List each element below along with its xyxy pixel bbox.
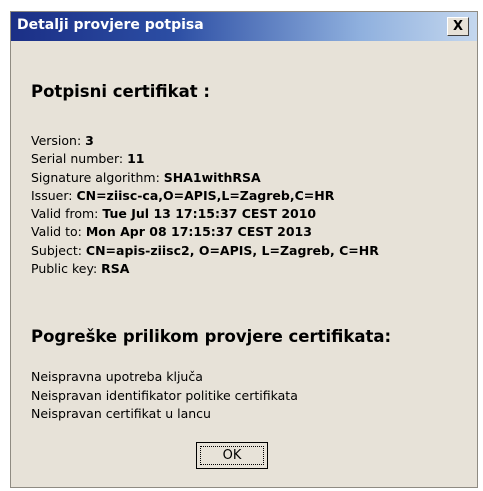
- field-label: Signature algorithm:: [31, 169, 164, 185]
- field-label: Public key:: [31, 261, 102, 277]
- public-key-row: Public key: RSA: [31, 260, 379, 278]
- close-icon: X: [452, 19, 464, 34]
- field-label: Subject:: [31, 242, 86, 258]
- dialog-window: Detalji provjere potpisa X Potpisni cert…: [10, 11, 478, 488]
- window-title: Detalji provjere potpisa: [17, 17, 204, 33]
- title-bar[interactable]: Detalji provjere potpisa X: [11, 12, 477, 41]
- certificate-details: Version: 3 Serial number: 11 Signature a…: [31, 132, 379, 278]
- signature-algorithm-row: Signature algorithm: SHA1withRSA: [31, 169, 379, 187]
- errors-heading: Pogreške prilikom provjere certifikata:: [31, 327, 392, 346]
- close-button[interactable]: X: [447, 17, 469, 36]
- valid-from-row: Valid from: Tue Jul 13 17:15:37 CEST 201…: [31, 205, 379, 223]
- valid-to-row: Valid to: Mon Apr 08 17:15:37 CEST 2013: [31, 223, 379, 241]
- issuer-row: Issuer: CN=ziisc-ca,O=APIS,L=Zagreb,C=HR: [31, 187, 379, 205]
- signature-algorithm-value: SHA1withRSA: [163, 169, 261, 185]
- subject-value: CN=apis-ziisc2, O=APIS, L=Zagreb, C=HR: [85, 242, 379, 258]
- serial-number-value: 11: [127, 151, 145, 167]
- error-item: Neispravan identifikator politike certif…: [31, 387, 298, 403]
- field-label: Serial number:: [31, 151, 128, 167]
- field-label: Version:: [31, 133, 86, 148]
- valid-from-value: Tue Jul 13 17:15:37 CEST 2010: [102, 206, 317, 222]
- field-label: Issuer:: [31, 187, 77, 203]
- field-label: Valid to:: [31, 224, 86, 240]
- ok-button[interactable]: OK: [196, 442, 268, 469]
- issuer-value: CN=ziisc-ca,O=APIS,L=Zagreb,C=HR: [76, 187, 335, 203]
- certificate-heading: Potpisni certifikat :: [31, 82, 210, 101]
- version-value: 3: [85, 133, 94, 148]
- field-label: Valid from:: [31, 206, 103, 222]
- error-item: Neispravan certifikat u lancu: [31, 406, 211, 421]
- focus-rectangle: [200, 446, 264, 465]
- valid-to-value: Mon Apr 08 17:15:37 CEST 2013: [85, 224, 312, 240]
- version-row: Version: 3: [31, 132, 379, 150]
- error-item: Neispravna upotreba ključa: [31, 369, 203, 384]
- subject-row: Subject: CN=apis-ziisc2, O=APIS, L=Zagre…: [31, 242, 379, 260]
- errors-list: Neispravna upotreba ključa Neispravan id…: [31, 368, 298, 424]
- serial-number-row: Serial number: 11: [31, 150, 379, 168]
- public-key-value: RSA: [101, 261, 130, 277]
